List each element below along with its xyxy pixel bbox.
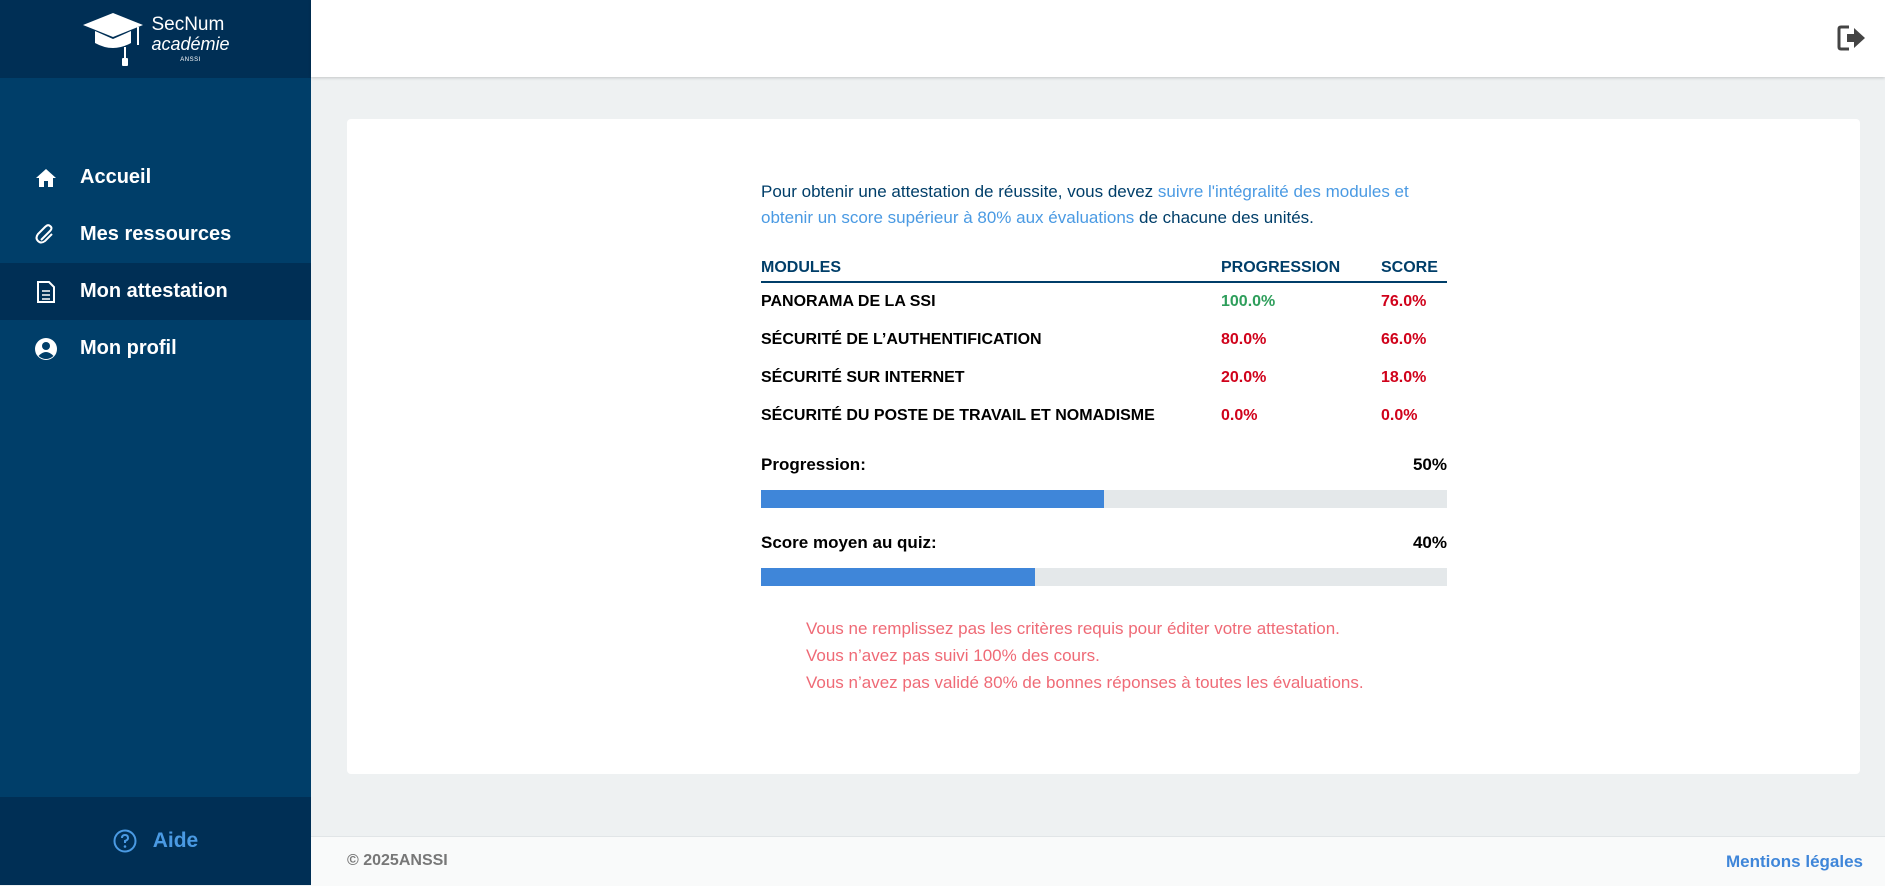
document-icon <box>34 280 58 304</box>
sidebar-item-mon-attestation[interactable]: Mon attestation <box>0 263 311 320</box>
quiz-score-header: Score moyen au quiz: 40% <box>761 533 1447 553</box>
module-name: SÉCURITÉ DE L’AUTHENTIFICATION <box>761 331 1042 348</box>
home-icon <box>34 166 58 190</box>
module-score: 0.0% <box>1381 407 1418 424</box>
brand-name: SecNum <box>151 14 225 35</box>
warning-message: Vous n’avez pas suivi 100% des cours. <box>806 646 1100 665</box>
module-progression: 100.0% <box>1221 293 1276 310</box>
quiz-score-bar-fill <box>761 568 1036 586</box>
progression-bar <box>761 490 1447 508</box>
graduation-cap-icon <box>83 13 144 66</box>
brand-text: SecNum académie ANSSI <box>151 15 229 63</box>
header-progression: PROGRESSION <box>1221 257 1381 283</box>
sidebar-item-label: Mon attestation <box>80 280 228 302</box>
attestation-content: Pour obtenir une attestation de réussite… <box>761 179 1447 696</box>
table-row: SÉCURITÉ SUR INTERNET 20.0% 18.0% <box>761 359 1447 397</box>
sidebar-item-label: Accueil <box>80 166 152 188</box>
paperclip-icon <box>34 223 58 247</box>
progression-header: Progression: 50% <box>761 455 1447 475</box>
module-name: SÉCURITÉ DU POSTE DE TRAVAIL ET NOMADISM… <box>761 407 1155 424</box>
sidebar: SecNum académie ANSSI Accueil Mes ressou… <box>0 0 311 885</box>
progression-value: 50% <box>1412 455 1447 474</box>
module-name: SÉCURITÉ SUR INTERNET <box>761 369 965 386</box>
quiz-score-bar <box>761 568 1447 586</box>
sidebar-item-mon-profil[interactable]: Mon profil <box>0 320 311 377</box>
brand-sub: académie <box>151 34 230 54</box>
quiz-score-label: Score moyen au quiz: <box>761 533 937 552</box>
question-circle-icon <box>113 829 137 853</box>
sidebar-item-accueil[interactable]: Accueil <box>0 149 311 206</box>
copyright: © 2025ANSSI <box>347 852 448 869</box>
progression-label: Progression: <box>761 455 866 474</box>
quiz-score-section: Score moyen au quiz: 40% <box>761 533 1447 586</box>
help-label: Aide <box>152 829 199 852</box>
sidebar-item-label: Mes ressources <box>80 223 232 245</box>
logout-icon[interactable] <box>1837 24 1867 52</box>
warning-message: Vous ne remplissez pas les critères requ… <box>806 619 1340 638</box>
warning-message: Vous n’avez pas validé 80% de bonnes rép… <box>806 673 1364 692</box>
attestation-card: Pour obtenir une attestation de réussite… <box>347 119 1860 774</box>
header-modules: MODULES <box>761 257 1221 283</box>
footer: © 2025ANSSI Mentions légales <box>311 836 1885 886</box>
sidebar-item-label: Mon profil <box>80 337 177 359</box>
sidebar-nav: Accueil Mes ressources Mon attestation M… <box>0 149 311 377</box>
intro-part2: de chacune des unités. <box>1134 208 1314 227</box>
brand-tiny: ANSSI <box>180 57 201 63</box>
intro-text: Pour obtenir une attestation de réussite… <box>761 179 1447 231</box>
table-row: SÉCURITÉ DU POSTE DE TRAVAIL ET NOMADISM… <box>761 397 1447 435</box>
help-link[interactable]: Aide <box>0 797 311 885</box>
module-progression: 20.0% <box>1221 369 1267 386</box>
progression-bar-fill <box>761 490 1104 508</box>
module-score: 76.0% <box>1381 293 1427 310</box>
quiz-score-value: 40% <box>1412 533 1447 552</box>
intro-part1: Pour obtenir une attestation de réussite… <box>761 182 1158 201</box>
top-bar <box>311 0 1885 77</box>
requirements-warnings: Vous ne remplissez pas les critères requ… <box>761 615 1447 696</box>
brand-header: SecNum académie ANSSI <box>0 0 311 78</box>
module-progression: 0.0% <box>1221 407 1258 424</box>
table-row: SÉCURITÉ DE L’AUTHENTIFICATION 80.0% 66.… <box>761 321 1447 359</box>
user-circle-icon <box>34 337 58 361</box>
legal-notice-link[interactable]: Mentions légales <box>1726 852 1863 872</box>
module-score: 18.0% <box>1381 369 1427 386</box>
header-score: SCORE <box>1381 257 1447 283</box>
progression-section: Progression: 50% <box>761 455 1447 508</box>
table-row: PANORAMA DE LA SSI 100.0% 76.0% <box>761 282 1447 321</box>
table-header-row: MODULES PROGRESSION SCORE <box>761 257 1447 283</box>
brand-logo[interactable]: SecNum académie ANSSI <box>81 11 230 67</box>
module-progression: 80.0% <box>1221 331 1267 348</box>
module-name: PANORAMA DE LA SSI <box>761 293 936 310</box>
sidebar-item-mes-ressources[interactable]: Mes ressources <box>0 206 311 263</box>
modules-table: MODULES PROGRESSION SCORE PANORAMA DE LA… <box>761 257 1447 435</box>
module-score: 66.0% <box>1381 331 1427 348</box>
